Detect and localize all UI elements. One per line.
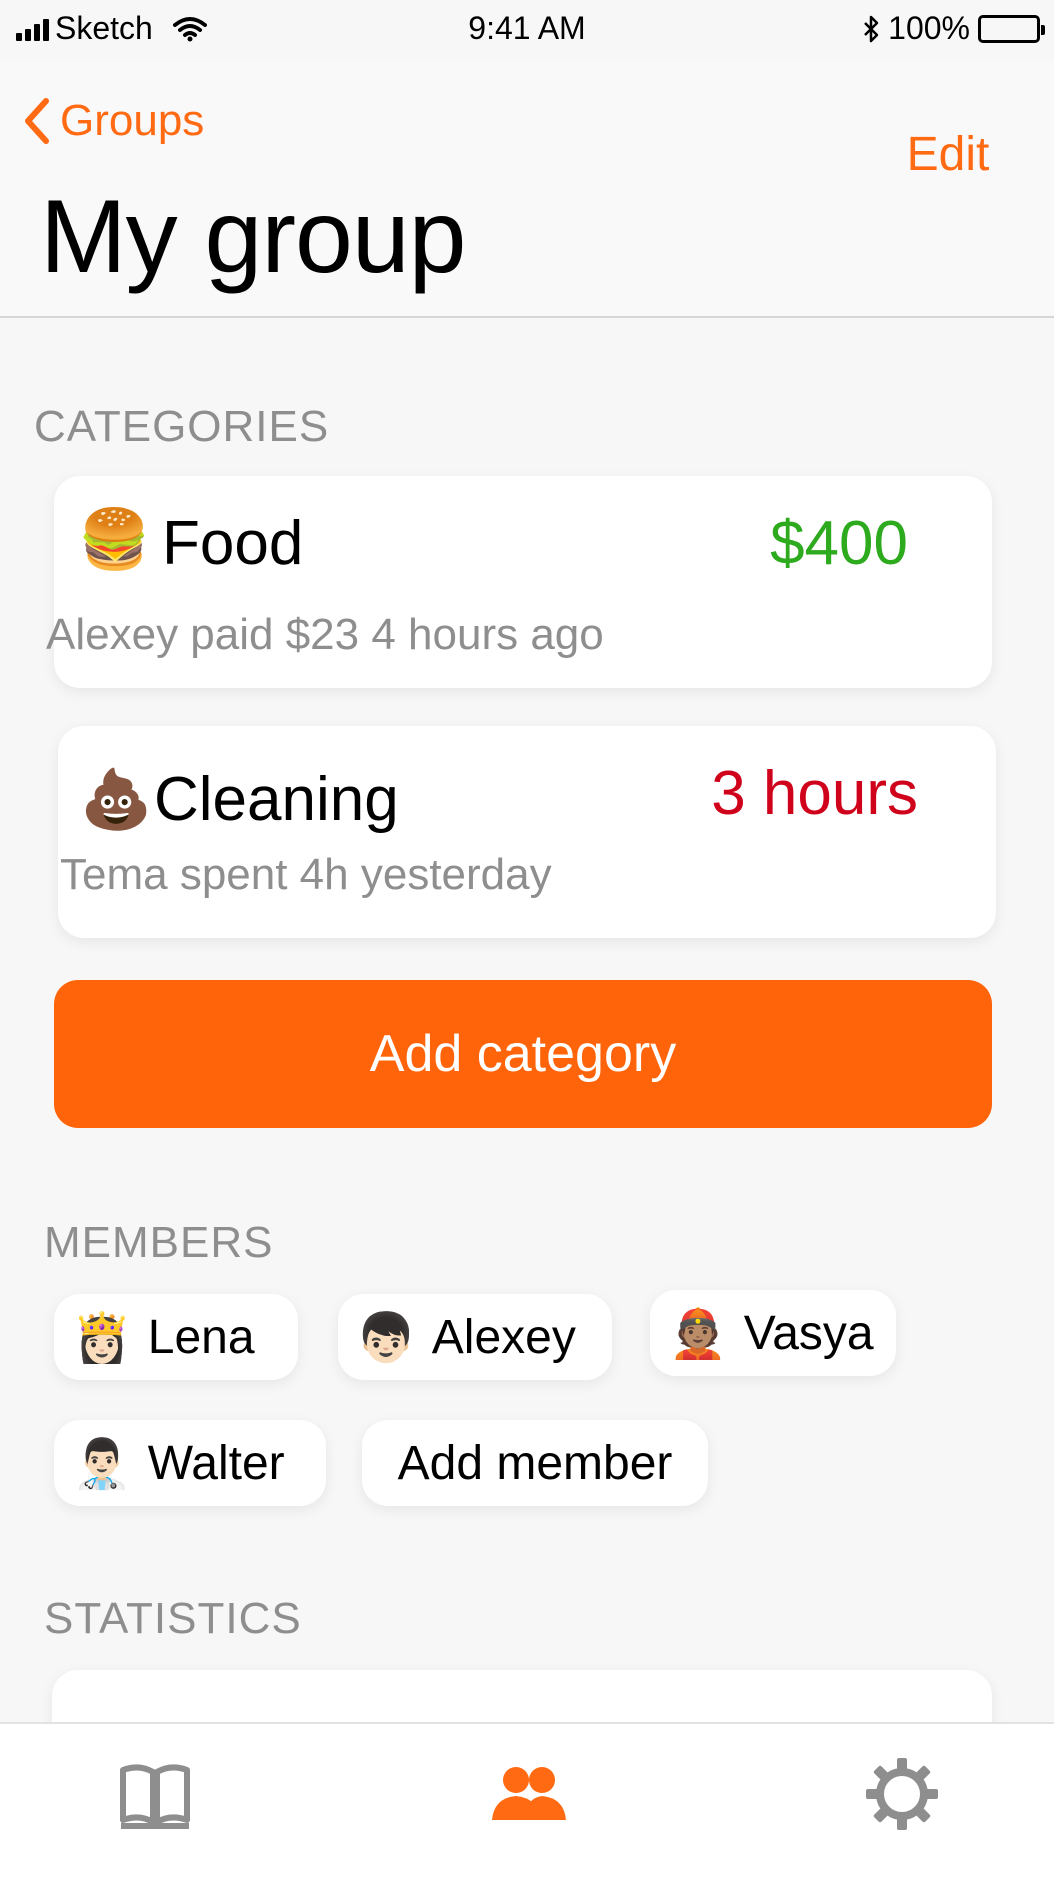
- category-emoji: 💩: [80, 767, 153, 832]
- member-chip-alexey[interactable]: 👦🏻 Alexey: [338, 1294, 612, 1380]
- tab-book[interactable]: [115, 1754, 195, 1834]
- bluetooth-icon: [864, 15, 879, 42]
- member-name: Walter: [147, 1436, 285, 1490]
- battery-icon: [978, 14, 1045, 43]
- navigation-header: Groups Edit My group: [0, 60, 1054, 318]
- category-card-cleaning[interactable]: 💩 Cleaning 3 hours Tema spent 4h yesterd…: [58, 726, 996, 938]
- page-title: My group: [40, 179, 467, 295]
- category-name: Cleaning: [154, 765, 399, 834]
- gear-icon: [866, 1758, 938, 1830]
- edit-button[interactable]: Edit: [906, 122, 990, 188]
- tab-bar: [0, 1722, 1054, 1877]
- group-icon: [492, 1767, 566, 1820]
- categories-header: CATEGORIES: [34, 402, 330, 451]
- member-chip-vasya[interactable]: 👲🏽 Vasya: [650, 1290, 896, 1376]
- category-subtitle: Tema spent 4h yesterday: [60, 850, 552, 899]
- category-value: 3 hours: [711, 759, 918, 828]
- member-avatar: 👨🏻‍⚕️: [72, 1437, 132, 1491]
- category-emoji: 🍔: [78, 507, 151, 572]
- members-header: MEMBERS: [44, 1218, 274, 1267]
- back-label: Groups: [60, 96, 205, 145]
- chevron-left-icon: [25, 98, 49, 144]
- member-name: Lena: [147, 1310, 255, 1364]
- member-name: Vasya: [743, 1306, 874, 1360]
- tab-group[interactable]: [488, 1754, 568, 1834]
- status-bar: Sketch 9:41 AM 100%: [0, 0, 1054, 60]
- battery-percent: 100%: [888, 10, 970, 46]
- member-chip-lena[interactable]: 👸🏻 Lena: [54, 1294, 298, 1380]
- member-chip-walter[interactable]: 👨🏻‍⚕️ Walter: [54, 1420, 326, 1506]
- member-avatar: 👦🏻: [356, 1311, 416, 1365]
- back-button[interactable]: Groups: [24, 96, 204, 146]
- member-name: Alexey: [431, 1310, 576, 1364]
- tab-settings[interactable]: [862, 1754, 942, 1834]
- category-card-food[interactable]: 🍔 Food $400 Alexey paid $23 4 hours ago: [46, 476, 992, 688]
- add-category-button[interactable]: Add category: [54, 980, 992, 1128]
- category-value: $400: [770, 509, 908, 578]
- member-avatar: 👸🏻: [72, 1311, 132, 1365]
- add-member-button[interactable]: Add member: [362, 1420, 708, 1506]
- book-icon: [120, 1764, 190, 1829]
- add-member-label: Add member: [397, 1436, 673, 1490]
- member-avatar: 👲🏽: [668, 1307, 728, 1361]
- category-name: Food: [162, 509, 304, 578]
- category-subtitle: Alexey paid $23 4 hours ago: [46, 610, 604, 659]
- status-right: 100%: [862, 10, 1045, 47]
- statistics-header: STATISTICS: [44, 1594, 302, 1643]
